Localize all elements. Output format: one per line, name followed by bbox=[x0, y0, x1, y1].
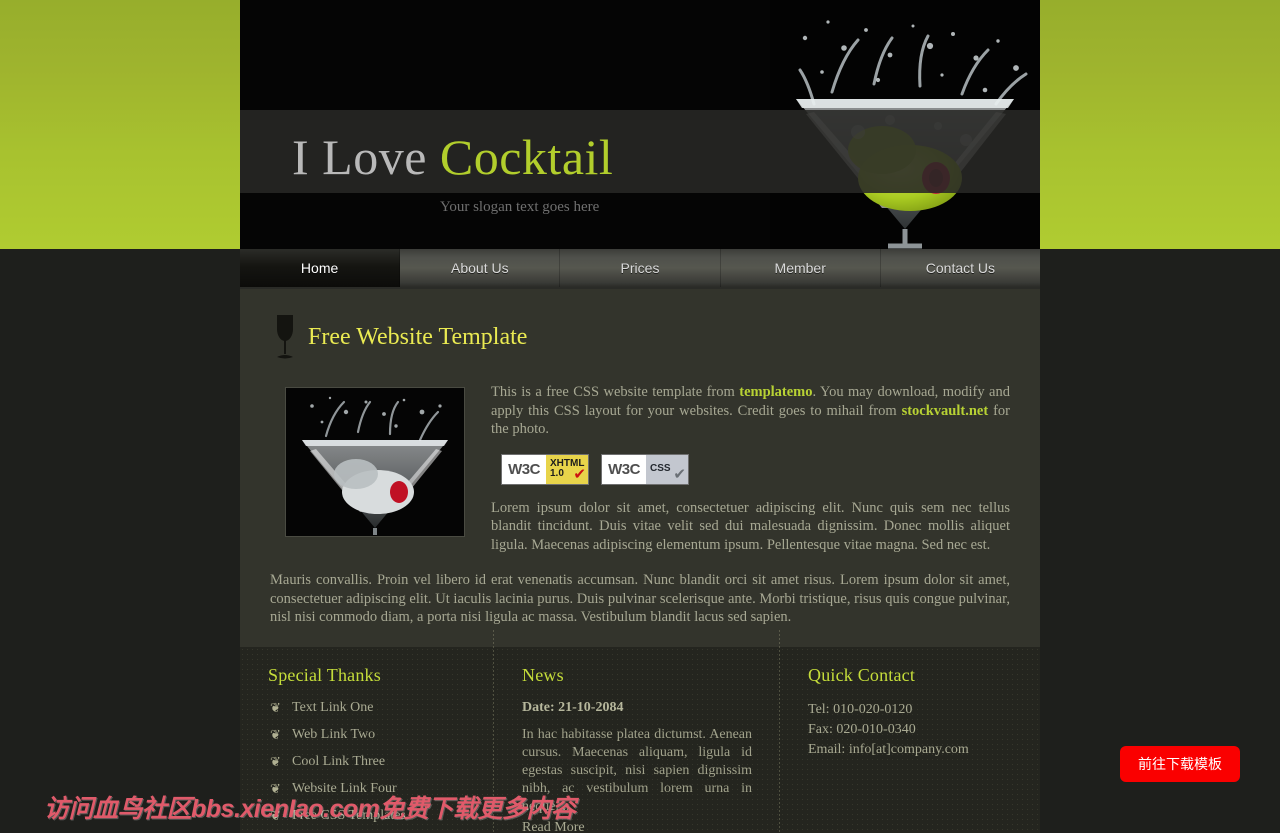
footer-link-text-link-one[interactable]: Text Link One bbox=[292, 700, 373, 716]
w3c-logo-xhtml: W3C bbox=[502, 454, 546, 484]
news-body: In hac habitasse platea dictumst. Aenean… bbox=[522, 726, 752, 814]
footer-link-cool-link-three[interactable]: Cool Link Three bbox=[292, 754, 385, 770]
body-paragraph-2: Mauris convallis. Proin vel libero id er… bbox=[270, 572, 1010, 625]
swirl-bullet-icon: ❦ bbox=[270, 781, 281, 796]
nav-item-member[interactable]: Member bbox=[721, 249, 881, 287]
special-thanks-heading: Special Thanks bbox=[268, 664, 381, 685]
quick-contact-heading: Quick Contact bbox=[808, 664, 916, 685]
main-content: Free Website Template This is a free CSS… bbox=[240, 289, 1040, 647]
swirl-bullet-icon: ❦ bbox=[270, 700, 281, 715]
content-heading-row: Free Website Template bbox=[270, 313, 1010, 361]
contact-email: Email: info[at]company.com bbox=[808, 741, 969, 757]
css-badge-text: CSS ✔ bbox=[646, 454, 688, 484]
templatemo-link[interactable]: templatemo bbox=[739, 384, 812, 400]
site-footer: Special Thanks ❦ Text Link One ❦ Web Lin… bbox=[240, 628, 1040, 833]
site-title-accent: Cocktail bbox=[439, 129, 614, 185]
w3c-logo-css: W3C bbox=[602, 454, 646, 484]
intro-text-block: This is a free CSS website template from… bbox=[491, 383, 1010, 554]
footer-column-quick-contact: Quick Contact Tel: 010-020-0120 Fax: 020… bbox=[780, 665, 1040, 833]
footer-link-website-link-four[interactable]: Website Link Four bbox=[292, 781, 397, 797]
body-paragraph-1: Lorem ipsum dolor sit amet, consectetuer… bbox=[491, 499, 1010, 553]
swirl-bullet-icon: ❦ bbox=[270, 808, 281, 823]
checkmark-icon: ✔ bbox=[573, 465, 586, 483]
nav-item-about-us[interactable]: About Us bbox=[400, 249, 561, 287]
swirl-bullet-icon: ❦ bbox=[270, 727, 281, 742]
validation-badges: W3C XHTML 1.0 ✔ W3C CSS ✔ bbox=[501, 453, 1010, 485]
contact-fax: Fax: 020-010-0340 bbox=[808, 721, 916, 737]
list-item[interactable]: ❦ Website Link Four bbox=[268, 781, 466, 797]
news-date: Date: 21-10-2084 bbox=[522, 699, 624, 715]
cocktail-glass-icon bbox=[277, 315, 293, 359]
download-template-button[interactable]: 前往下载模板 bbox=[1120, 746, 1240, 782]
intro-row: This is a free CSS website template from… bbox=[270, 383, 1010, 554]
intro-part1: This is a free CSS website template from bbox=[491, 384, 740, 400]
content-cocktail-photo bbox=[285, 387, 465, 537]
list-item[interactable]: ❦ Cool Link Three bbox=[268, 754, 466, 770]
footer-link-free-css-templates[interactable]: Free CSS Templates bbox=[292, 808, 406, 824]
site-title-plain: I Love bbox=[292, 129, 440, 185]
intro-paragraph: This is a free CSS website template from… bbox=[491, 383, 1010, 439]
news-heading: News bbox=[522, 664, 564, 685]
checkmark-icon: ✔ bbox=[673, 465, 686, 483]
nav-item-prices[interactable]: Prices bbox=[560, 249, 721, 287]
site-wrapper: I Love Cocktail Your slogan text goes he… bbox=[240, 0, 1040, 833]
nav-item-contact-us[interactable]: Contact Us bbox=[881, 249, 1040, 287]
contact-tel: Tel: 010-020-0120 bbox=[808, 701, 913, 717]
read-more-link[interactable]: Read More bbox=[522, 820, 585, 833]
special-thanks-link-list: ❦ Text Link One ❦ Web Link Two ❦ Cool Li… bbox=[268, 700, 466, 824]
site-header: I Love Cocktail Your slogan text goes he… bbox=[240, 0, 1040, 249]
main-navigation: Home About Us Prices Member Contact Us bbox=[240, 249, 1040, 289]
footer-column-news: News Date: 21-10-2084 In hac habitasse p… bbox=[494, 665, 780, 833]
nav-item-home[interactable]: Home bbox=[240, 249, 401, 287]
site-title: I Love Cocktail bbox=[292, 128, 613, 186]
site-slogan: Your slogan text goes here bbox=[440, 199, 600, 215]
w3c-xhtml-badge[interactable]: W3C XHTML 1.0 ✔ bbox=[501, 453, 589, 485]
list-item[interactable]: ❦ Text Link One bbox=[268, 700, 466, 716]
footer-column-special-thanks: Special Thanks ❦ Text Link One ❦ Web Lin… bbox=[240, 665, 494, 833]
css-badge-line1: CSS bbox=[650, 463, 671, 474]
footer-link-web-link-two[interactable]: Web Link Two bbox=[292, 727, 375, 743]
list-item[interactable]: ❦ Web Link Two bbox=[268, 727, 466, 743]
page-title: Free Website Template bbox=[308, 323, 528, 350]
xhtml-badge-text: XHTML 1.0 ✔ bbox=[546, 454, 588, 484]
w3c-css-badge[interactable]: W3C CSS ✔ bbox=[601, 453, 689, 485]
list-item[interactable]: ❦ Free CSS Templates bbox=[268, 808, 466, 824]
stockvault-link[interactable]: stockvault.net bbox=[902, 403, 989, 419]
swirl-bullet-icon: ❦ bbox=[270, 754, 281, 769]
